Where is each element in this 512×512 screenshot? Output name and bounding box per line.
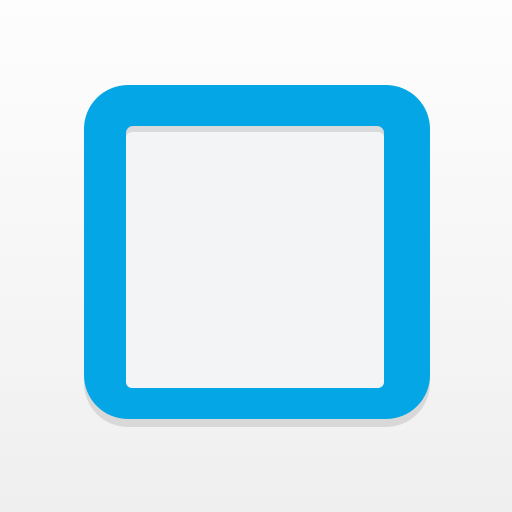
square-outline-icon: [84, 85, 430, 427]
inner-panel: [126, 132, 384, 388]
app-icon: [0, 0, 512, 512]
